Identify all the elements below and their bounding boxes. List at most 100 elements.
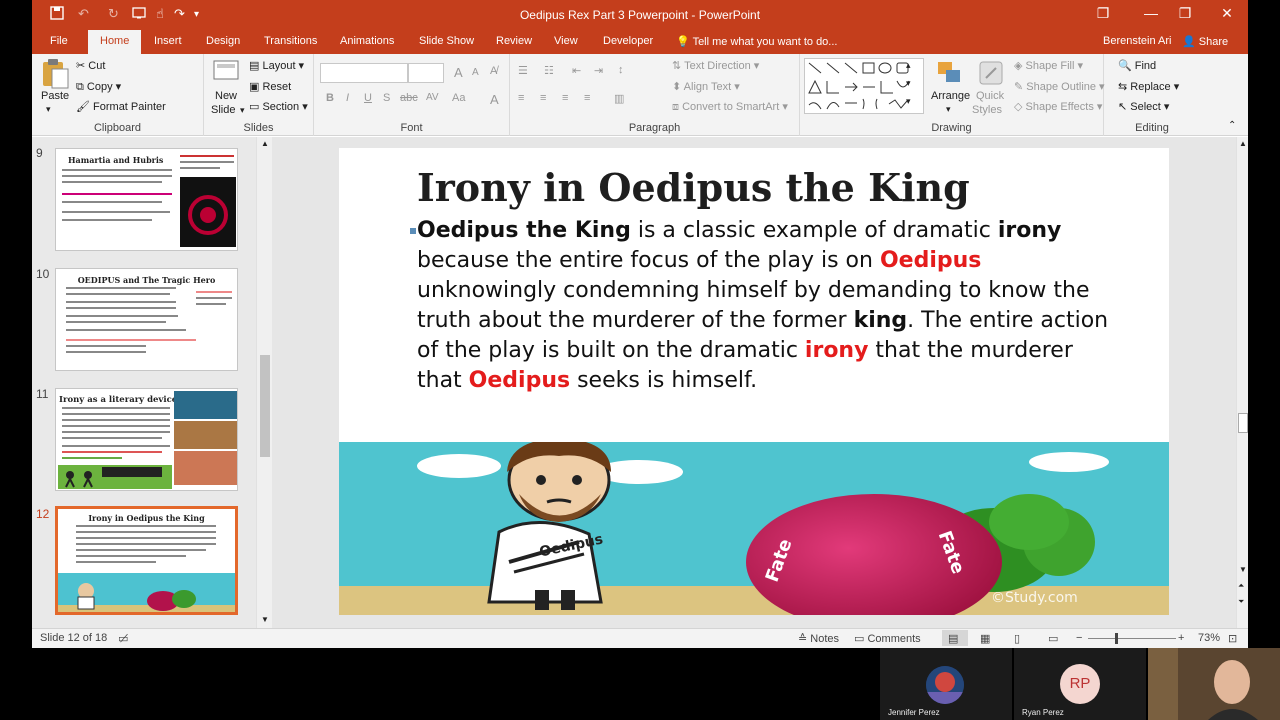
bullets-icon[interactable]: ☰ [518, 64, 528, 77]
previous-slide-icon[interactable]: ⏶ [1238, 581, 1244, 591]
font-color-button[interactable]: A [490, 92, 499, 107]
align-right-icon[interactable]: ≡ [562, 92, 568, 104]
reading-view-icon[interactable]: ▯ [1014, 632, 1020, 645]
align-center-icon[interactable]: ≡ [540, 92, 546, 104]
collapse-ribbon-icon[interactable]: ⌃ [1228, 120, 1236, 131]
tab-file[interactable]: File [50, 35, 68, 47]
tab-home[interactable]: Home [88, 30, 142, 54]
tell-me-search[interactable]: 💡 Tell me what you want to do... [676, 35, 837, 48]
shapes-scroll-up-icon[interactable]: ▴ [906, 60, 911, 71]
spelling-icon[interactable]: ▭̸ [118, 632, 128, 645]
paste-icon[interactable] [40, 58, 70, 90]
copy-button[interactable]: ⧉ Copy ▾ [76, 80, 121, 94]
participant-tile[interactable]: RP Ryan Perez [1014, 648, 1146, 720]
slide-body-text[interactable]: Oedipus the King is a classic example of… [410, 216, 1117, 396]
zoom-slider-thumb[interactable] [1115, 633, 1118, 644]
bold-button[interactable]: B [326, 92, 334, 104]
italic-button[interactable]: I [346, 92, 349, 104]
comments-button[interactable]: ▭ Comments [854, 632, 921, 645]
tab-review[interactable]: Review [496, 35, 532, 47]
underline-button[interactable]: U [364, 92, 372, 104]
shapes-scroll-down-icon[interactable]: ▾ [906, 78, 911, 89]
slide-thumbnail[interactable]: OEDIPUS and The Tragic Hero [55, 268, 238, 371]
clear-format-icon[interactable]: A̸ [490, 65, 497, 77]
layout-button[interactable]: ▤ Layout ▾ [249, 59, 304, 72]
ribbon-display-options-icon[interactable]: ❐ [1088, 5, 1118, 22]
replace-button[interactable]: ⇆ Replace ▾ [1118, 80, 1179, 93]
editor-scroll-up-icon[interactable]: ▲ [1239, 139, 1247, 148]
slide-thumbnail[interactable]: Irony as a literary device [55, 388, 238, 491]
align-text-button[interactable]: ⬍ Align Text ▾ [672, 80, 740, 93]
slideshow-icon[interactable]: ▭ [1048, 632, 1058, 645]
line-spacing-icon[interactable]: ↕ [618, 64, 624, 76]
scroll-up-icon[interactable]: ▲ [261, 139, 269, 148]
arrange-icon[interactable] [934, 58, 964, 90]
shape-fill-button[interactable]: ◈ Shape Fill ▾ [1014, 59, 1083, 72]
find-button[interactable]: 🔍 Find [1118, 59, 1156, 72]
tab-animations[interactable]: Animations [340, 35, 394, 47]
font-size-combo[interactable] [408, 63, 444, 83]
tab-insert[interactable]: Insert [154, 35, 182, 47]
shapes-more-icon[interactable]: ▾ [906, 96, 911, 107]
slide-title[interactable]: Irony in Oedipus the King [417, 165, 970, 210]
decrease-indent-icon[interactable]: ⇤ [572, 64, 581, 77]
fit-slide-icon[interactable]: ⊡ [1228, 632, 1237, 645]
new-slide-dropdown-icon[interactable]: ▾ [240, 105, 245, 116]
new-slide-label-2[interactable]: Slide [211, 104, 235, 116]
shadow-button[interactable]: S [383, 92, 390, 104]
numbering-icon[interactable]: ☷ [544, 64, 554, 77]
increase-indent-icon[interactable]: ⇥ [594, 64, 603, 77]
notes-button[interactable]: ≙ Notes [798, 632, 839, 645]
new-slide-icon[interactable] [212, 58, 242, 90]
slide-thumbnail-selected[interactable]: Irony in Oedipus the King [55, 506, 238, 615]
tab-design[interactable]: Design [206, 35, 240, 47]
text-direction-button[interactable]: ⇅ Text Direction ▾ [672, 59, 759, 72]
new-slide-label-1[interactable]: New [215, 90, 237, 102]
arrange-dropdown-icon[interactable]: ▾ [946, 104, 951, 115]
scroll-down-icon[interactable]: ▼ [261, 615, 269, 624]
participant-tile[interactable]: Jennifer Perez [880, 648, 1012, 720]
grow-font-icon[interactable]: A [454, 65, 463, 80]
slide-thumbnail[interactable]: Hamartia and Hubris [55, 148, 238, 251]
section-button[interactable]: ▭ Section ▾ [249, 100, 308, 113]
paste-dropdown-icon[interactable]: ▾ [46, 104, 51, 115]
zoom-level[interactable]: 73% [1198, 632, 1220, 644]
change-case-button[interactable]: Aa [452, 92, 465, 104]
quick-styles-label-1[interactable]: Quick [976, 90, 1004, 102]
zoom-out-button[interactable]: − [1076, 632, 1082, 644]
justify-icon[interactable]: ≡ [584, 92, 590, 104]
format-painter-button[interactable]: 🖌 Format Painter [76, 100, 166, 113]
slide-canvas[interactable]: Irony in Oedipus the King Oedipus the Ki… [339, 148, 1169, 615]
shape-outline-button[interactable]: ✎ Shape Outline ▾ [1014, 80, 1105, 93]
thumbnail-scroll-thumb[interactable] [260, 355, 270, 457]
minimize-button[interactable]: — [1136, 5, 1166, 21]
thumbnail-scrollbar[interactable]: ▲ ▼ [256, 137, 272, 628]
quick-styles-label-2[interactable]: Styles [972, 104, 1002, 116]
convert-smartart-button[interactable]: ⧈ Convert to SmartArt ▾ [672, 100, 788, 114]
strikethrough-button[interactable]: abc [400, 92, 418, 104]
zoom-in-button[interactable]: + [1178, 632, 1184, 644]
account-name[interactable]: Berenstein Ari [1103, 35, 1171, 47]
select-button[interactable]: ↖ Select ▾ [1118, 100, 1169, 113]
next-slide-icon[interactable]: ⏷ [1238, 597, 1244, 607]
arrange-button[interactable]: Arrange [931, 90, 970, 102]
maximize-button[interactable]: ❐ [1170, 5, 1200, 22]
quick-styles-icon[interactable] [976, 58, 1006, 90]
slide-sorter-icon[interactable]: ▦ [980, 632, 990, 645]
shape-effects-button[interactable]: ◇ Shape Effects ▾ [1014, 100, 1102, 113]
tab-view[interactable]: View [554, 35, 578, 47]
close-button[interactable]: ✕ [1212, 5, 1242, 22]
align-left-icon[interactable]: ≡ [518, 92, 524, 104]
reset-button[interactable]: ▣ Reset [249, 80, 291, 93]
tab-slide-show[interactable]: Slide Show [419, 35, 474, 47]
paste-button[interactable]: Paste [41, 90, 69, 102]
shrink-font-icon[interactable]: A [472, 67, 479, 78]
columns-icon[interactable]: ▥ [614, 92, 624, 105]
share-button[interactable]: 👤 Share [1182, 35, 1228, 48]
editor-scrollbar[interactable]: ▲ ▼ ⏶ ⏷ [1236, 137, 1248, 628]
zoom-slider[interactable] [1088, 638, 1176, 639]
tab-developer[interactable]: Developer [603, 35, 653, 47]
editor-scroll-down-icon[interactable]: ▼ [1239, 565, 1247, 574]
editor-scroll-thumb[interactable] [1238, 413, 1248, 433]
font-name-combo[interactable] [320, 63, 408, 83]
